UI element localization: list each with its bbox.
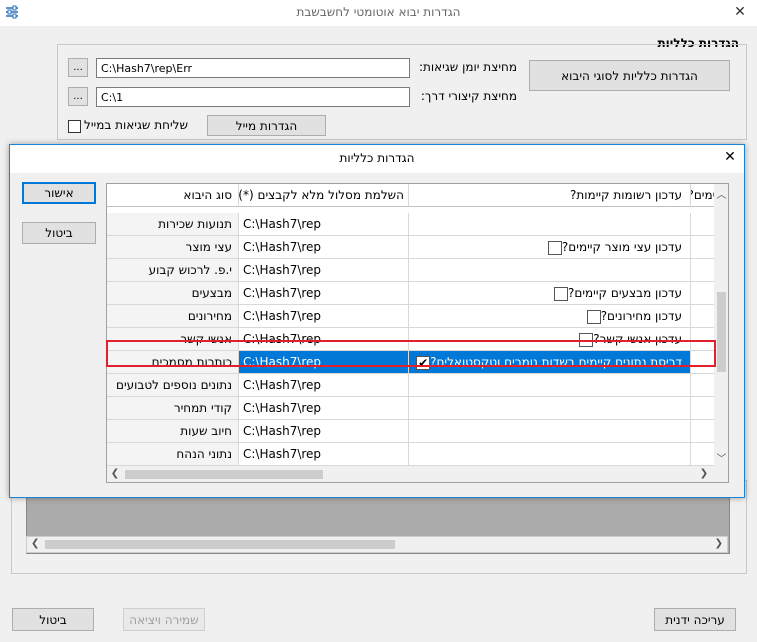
hscroll-thumb[interactable]	[125, 470, 323, 479]
row-update[interactable]	[409, 213, 691, 236]
row-type[interactable]: תנועות שכירות	[107, 213, 239, 236]
row-type[interactable]: קודי תמחיר	[107, 397, 239, 420]
header-path[interactable]: השלמת מסלול מלא לקבצים (*)	[239, 184, 409, 207]
row-type[interactable]: מחירונים	[107, 305, 239, 328]
update-label: עדכון עצי מוצר קיימים?	[561, 240, 682, 254]
row-update[interactable]	[409, 443, 691, 466]
save-exit-button[interactable]: שמירה ויציאה	[123, 608, 205, 631]
dialog-title-bar: הגדרות כלליות ✕	[10, 145, 744, 173]
grid-row[interactable]: נתונים נוספים לטבועים C:\Hash7\rep	[107, 374, 721, 397]
shortcut-path-field[interactable]: C:\1	[96, 87, 410, 107]
cancel-button[interactable]: ביטול	[12, 608, 94, 631]
row-path[interactable]: C:\Hash7\rep	[239, 259, 409, 282]
row-update[interactable]	[409, 259, 691, 282]
error-log-label: מחיצת יומן שגיאות:	[418, 60, 517, 74]
grid-row[interactable]: קודי תמחיר C:\Hash7\rep	[107, 397, 721, 420]
general-types-settings-button[interactable]: הגדרות כלליות לסוגי היבוא	[529, 60, 730, 91]
window-title: הגדרות יבוא אוטומטי לחשבשבת	[296, 5, 461, 19]
grid-row[interactable]: נתוני הנהח C:\Hash7\rep	[107, 443, 721, 466]
send-mail-errors-checkbox[interactable]	[68, 120, 81, 133]
grid-row[interactable]: תנועות שכירות C:\Hash7\rep	[107, 213, 721, 236]
row-path[interactable]: C:\Hash7\rep	[239, 443, 409, 466]
grid-row[interactable]: חיוב שעות C:\Hash7\rep	[107, 420, 721, 443]
grid-header: סוג היבוא השלמת מסלול מלא לקבצים (*) עדכ…	[107, 184, 721, 207]
update-label: עדכון מחירונים?	[600, 309, 682, 323]
row-update[interactable]: עדכון עצי מוצר קיימים?	[409, 236, 691, 259]
row-type[interactable]: נתונים נוספים לטבועים	[107, 374, 239, 397]
send-mail-errors-label: שליחת שגיאות במייל	[84, 118, 188, 132]
row-update[interactable]: עדכון מבצעים קיימים?	[409, 282, 691, 305]
row-path[interactable]: C:\Hash7\rep	[239, 282, 409, 305]
scroll-up-icon[interactable]: ︿	[716, 186, 727, 201]
row-type[interactable]: חיוב שעות	[107, 420, 239, 443]
row-type[interactable]: י.פ. לרכוש קבוע	[107, 259, 239, 282]
title-bar: הגדרות יבוא אוטומטי לחשבשבת ✕	[0, 0, 757, 26]
update-label: עדכון מבצעים קיימים?	[568, 286, 682, 300]
general-settings-dialog: הגדרות כלליות ✕ אישור ביטול סוג היבוא הש…	[9, 144, 745, 498]
row-type[interactable]: עצי מוצר	[107, 236, 239, 259]
dialog-ok-button[interactable]: אישור	[22, 182, 96, 204]
dialog-title: הגדרות כלליות	[339, 151, 415, 165]
dialog-close-icon[interactable]: ✕	[720, 149, 740, 165]
selected-row-highlight	[106, 340, 716, 367]
hscroll-right-icon[interactable]: ❯	[699, 468, 709, 479]
grid-hscrollbar[interactable]: ❮ ❯	[107, 466, 728, 482]
row-path[interactable]: C:\Hash7\rep	[239, 420, 409, 443]
error-log-path-field[interactable]: C:\Hash7\rep\Err	[96, 58, 410, 78]
row-path[interactable]: C:\Hash7\rep	[239, 305, 409, 328]
grid-row[interactable]: מבצעים C:\Hash7\rep עדכון מבצעים קיימים?	[107, 282, 721, 305]
row-path[interactable]: C:\Hash7\rep	[239, 397, 409, 420]
error-log-browse-button[interactable]: ...	[68, 58, 88, 77]
manual-edit-button[interactable]: עריכה ידנית	[654, 608, 736, 631]
grid-row[interactable]: עצי מוצר C:\Hash7\rep עדכון עצי מוצר קיימי…	[107, 236, 721, 259]
mail-settings-button[interactable]: הגדרות מייל	[207, 115, 326, 136]
grid-row[interactable]: מחירונים C:\Hash7\rep עדכון מחירונים?	[107, 305, 721, 328]
row-update[interactable]	[409, 374, 691, 397]
row-path[interactable]: C:\Hash7\rep	[239, 213, 409, 236]
header-update[interactable]: עדכון רשומות קיימות?	[409, 184, 691, 207]
shortcut-browse-button[interactable]: ...	[68, 87, 88, 106]
import-types-grid: סוג היבוא השלמת מסלול מלא לקבצים (*) עדכ…	[106, 183, 729, 483]
hscroll-left-icon[interactable]: ❮	[110, 468, 120, 479]
row-type[interactable]: מבצעים	[107, 282, 239, 305]
row-type[interactable]: נתוני הנהח	[107, 443, 239, 466]
header-type[interactable]: סוג היבוא	[107, 184, 239, 207]
vscroll-thumb[interactable]	[717, 292, 726, 372]
row-update[interactable]	[409, 420, 691, 443]
row-update[interactable]: עדכון מחירונים?	[409, 305, 691, 328]
dialog-cancel-button[interactable]: ביטול	[22, 222, 96, 244]
grid-vscrollbar[interactable]: ︿ ﹀	[714, 184, 728, 466]
shortcut-label: מחיצת קיצורי דרך:	[420, 89, 517, 103]
row-path[interactable]: C:\Hash7\rep	[239, 374, 409, 397]
grid-row[interactable]: י.פ. לרכוש קבוע C:\Hash7\rep	[107, 259, 721, 282]
update-checkbox[interactable]	[554, 286, 568, 301]
window-close-icon[interactable]: ✕	[730, 4, 750, 20]
row-path[interactable]: C:\Hash7\rep	[239, 236, 409, 259]
row-update[interactable]	[409, 397, 691, 420]
scroll-down-icon[interactable]: ﹀	[716, 450, 727, 465]
update-checkbox[interactable]	[586, 309, 601, 324]
update-checkbox[interactable]	[547, 240, 562, 255]
